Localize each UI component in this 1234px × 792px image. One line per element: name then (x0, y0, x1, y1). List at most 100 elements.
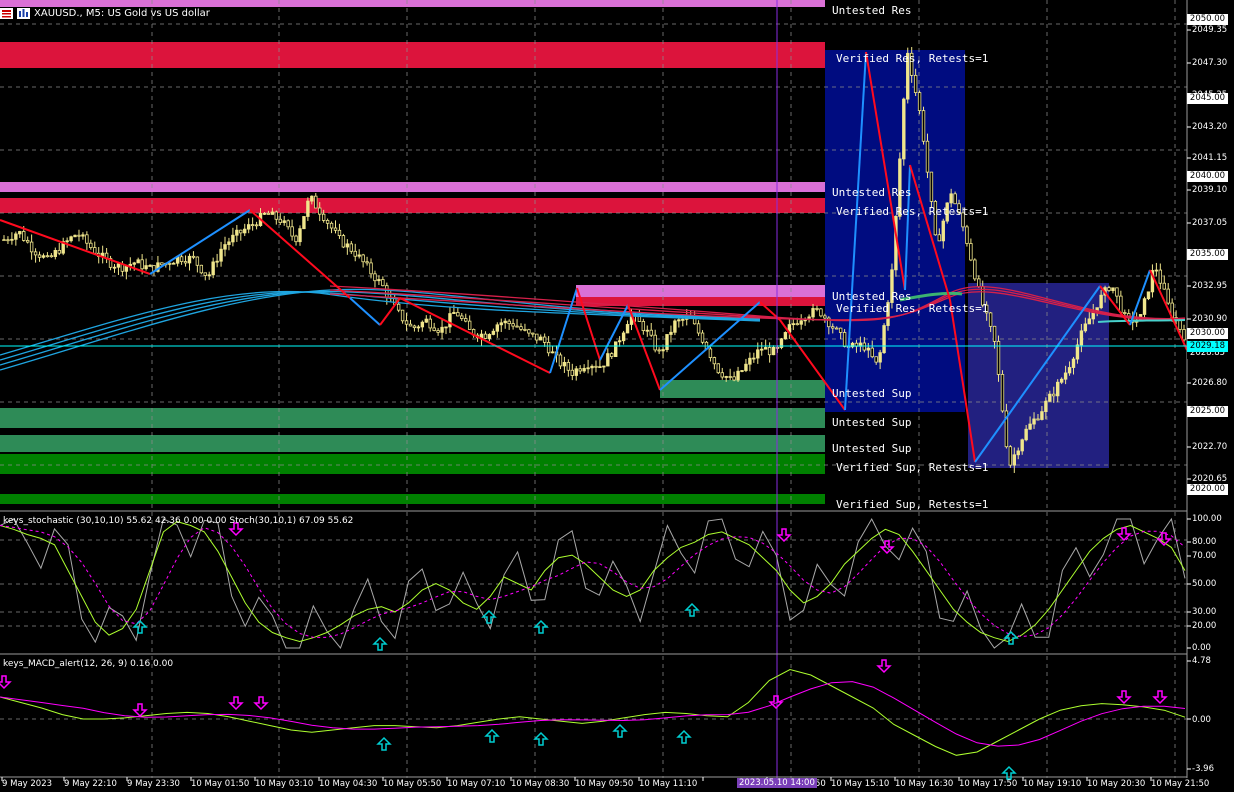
candle-body (353, 250, 357, 257)
candle-body (1146, 291, 1151, 300)
candle-body (467, 320, 472, 330)
time-axis-label: 10 May 08:30 (511, 779, 570, 789)
candle-body (282, 220, 286, 223)
stoch-axis-label: 30.00 (1192, 607, 1217, 617)
candle-body (736, 370, 740, 381)
candle-body (464, 318, 468, 322)
candle-body (724, 376, 728, 378)
candle-body (1008, 446, 1013, 466)
candle-body (381, 279, 385, 287)
price-axis-label: 2041.15 (1192, 153, 1228, 163)
price-tag-2020: 2020.00 (1187, 484, 1228, 495)
candle-body (649, 329, 653, 336)
candle-body (921, 110, 926, 142)
zone-label: Untested Res (832, 186, 912, 199)
candle-body (53, 250, 58, 257)
candle-body (456, 312, 460, 317)
price-axis-label: 2037.05 (1192, 218, 1228, 228)
candle-body (677, 319, 681, 322)
sup-zone-4 (0, 454, 825, 474)
candle-body (306, 200, 310, 217)
candle-body (913, 74, 918, 93)
candle-body (708, 348, 713, 358)
candle-body (37, 254, 42, 258)
stoch-axis-label: 100.00 (1192, 514, 1222, 524)
chart-canvas[interactable] (0, 0, 1234, 792)
stoch-axis-label: 80.00 (1192, 537, 1217, 547)
candle-body (207, 274, 211, 277)
candle-body (831, 326, 835, 329)
candle-body (298, 228, 302, 243)
res-zone-thin-2 (0, 182, 825, 192)
candle-body (81, 234, 85, 237)
candle-body (669, 331, 673, 335)
chart-header: XAUUSD., M5: US Gold vs US dollar (0, 6, 210, 20)
candle-body (266, 212, 271, 215)
candle-body (550, 351, 555, 354)
candle-body (617, 340, 622, 343)
candle-body (562, 362, 567, 367)
candle-body (428, 318, 432, 329)
candle-body (227, 241, 231, 245)
candle-body (1154, 269, 1159, 272)
candle-body (183, 261, 188, 264)
candle-body (424, 318, 428, 323)
candle-body (842, 332, 847, 347)
candle-body (771, 347, 776, 356)
candle-body (69, 236, 73, 242)
candle-body (1048, 393, 1052, 402)
candle-body (527, 329, 531, 334)
candle-body (349, 243, 353, 252)
sup-zone-2 (0, 408, 825, 428)
price-axis-label: 2022.70 (1192, 442, 1228, 452)
candle-body (199, 264, 204, 274)
candle-body (1142, 298, 1147, 315)
candle-body (977, 278, 981, 287)
candle-body (1044, 400, 1048, 413)
candle-body (700, 332, 705, 343)
candle-body (1071, 358, 1076, 368)
candle-body (49, 255, 54, 258)
candle-body (195, 256, 200, 266)
candle-body (819, 308, 823, 317)
candle-body (720, 372, 724, 378)
candle-body (294, 235, 298, 243)
zone-label: Verified Res, Retests=1 (836, 302, 989, 315)
price-axis-label: 2047.30 (1192, 58, 1228, 68)
candle-body (73, 234, 77, 238)
macd-axis-label: -3.96 (1192, 764, 1214, 774)
candle-body (767, 347, 772, 356)
candle-body (748, 357, 752, 365)
candle-body (535, 333, 539, 341)
candle-body (1020, 439, 1024, 452)
candle-body (546, 342, 551, 354)
candle-body (168, 262, 172, 265)
time-axis-label: 10 May 11:10 (639, 779, 698, 789)
candle-body (760, 348, 764, 351)
time-axis-label: 10 May 05:50 (383, 779, 442, 789)
candle-body (278, 218, 282, 223)
candle-body (614, 341, 618, 358)
candle-body (953, 193, 957, 205)
candle-body (941, 220, 945, 242)
candle-body (1067, 367, 1072, 374)
candle-body (211, 261, 215, 276)
chart-type-icon[interactable] (17, 7, 30, 19)
candle-body (740, 370, 744, 372)
candle-body (503, 320, 507, 324)
candle-body (215, 260, 219, 263)
time-axis-label: 10 May 07:10 (447, 779, 506, 789)
sup-zone-5 (0, 494, 825, 504)
candle-body (598, 366, 602, 369)
candle-body (937, 234, 942, 242)
candle-body (542, 336, 547, 343)
candle-body (1111, 287, 1115, 291)
candle-body (365, 261, 369, 264)
chart-menu-icon[interactable] (0, 7, 13, 19)
time-axis-label: 10 May 20:30 (1087, 779, 1146, 789)
candle-body (929, 171, 934, 202)
candle-body (673, 320, 677, 333)
candle-body (835, 327, 839, 330)
res-zone-1 (0, 42, 825, 68)
candle-body (539, 336, 543, 341)
